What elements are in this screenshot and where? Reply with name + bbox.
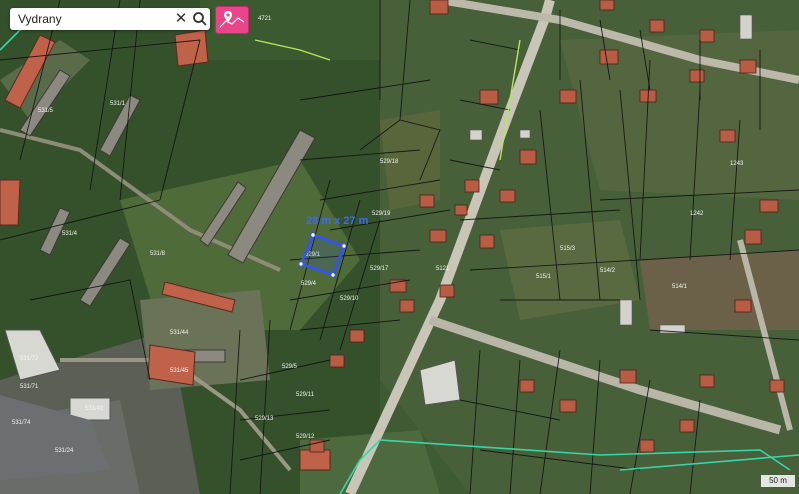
svg-text:531/8: 531/8 [150,251,166,257]
svg-text:529/11: 529/11 [296,392,315,398]
locate-button[interactable] [215,6,249,34]
search-bar[interactable]: Vydrany ✕ [10,8,210,30]
svg-text:531/24: 531/24 [55,448,74,454]
svg-text:531/44: 531/44 [170,330,189,336]
svg-text:515/1: 515/1 [536,274,552,280]
svg-text:529/17: 529/17 [370,266,389,272]
svg-text:529/12: 529/12 [296,434,315,440]
svg-text:531/4: 531/4 [62,231,78,237]
svg-text:531/5: 531/5 [38,108,54,114]
svg-text:529/18: 529/18 [380,159,399,165]
svg-text:1242: 1242 [690,211,704,217]
scale-bar: 50 m [760,475,796,488]
map-pin-icon [219,11,245,28]
svg-text:531/74: 531/74 [12,420,31,426]
svg-text:529/5: 529/5 [282,364,298,370]
svg-text:531/72: 531/72 [20,356,39,362]
svg-text:514/2: 514/2 [600,268,616,274]
svg-text:4721: 4721 [258,16,272,22]
svg-text:515/3: 515/3 [560,246,576,252]
svg-text:531/45: 531/45 [170,368,189,374]
search-input[interactable]: Vydrany [18,12,62,26]
svg-text:529/13: 529/13 [255,416,274,422]
svg-text:1243: 1243 [730,161,744,167]
measurement-label: 28 m x 27 m [306,215,369,227]
satellite-map[interactable]: 531/5 531/1 531/4 531/8 531/2 529/18 529… [0,0,799,494]
close-icon[interactable]: ✕ [172,9,190,29]
svg-text:514/1: 514/1 [672,284,688,290]
svg-text:5121: 5121 [436,266,450,272]
svg-text:529/4: 529/4 [301,281,317,287]
svg-text:529/10: 529/10 [340,296,359,302]
svg-text:531/71: 531/71 [20,384,39,390]
svg-text:531/1: 531/1 [110,101,126,107]
svg-text:529/19: 529/19 [372,211,391,217]
svg-text:531/43: 531/43 [85,406,104,412]
search-icon[interactable] [191,10,209,28]
